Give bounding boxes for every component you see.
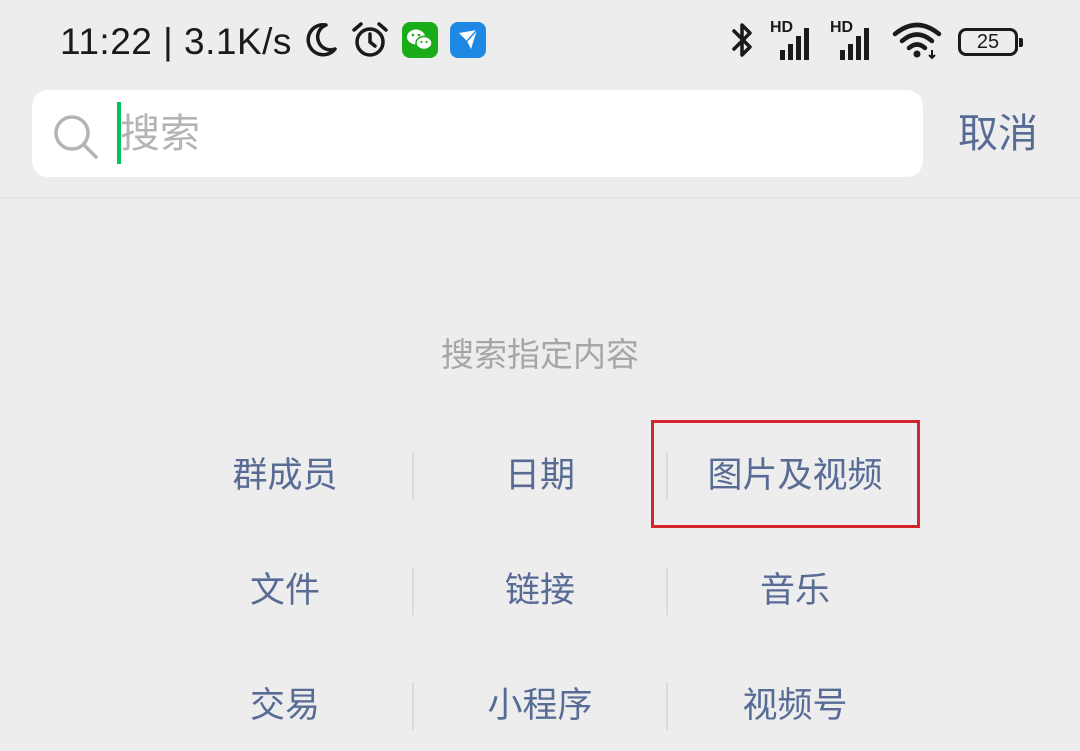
column-divider xyxy=(666,682,668,730)
category-files[interactable]: 文件 xyxy=(158,561,412,621)
status-right: HD HD 25 xyxy=(730,18,1023,66)
header-divider xyxy=(0,197,1080,199)
cancel-button[interactable]: 取消 xyxy=(958,106,1038,162)
column-divider xyxy=(412,452,414,500)
column-divider xyxy=(666,567,668,615)
column-divider xyxy=(412,682,414,730)
bluetooth-icon xyxy=(730,20,756,64)
category-mini-programs[interactable]: 小程序 xyxy=(413,676,667,736)
section-title: 搜索指定内容 xyxy=(441,335,639,374)
wechat-icon xyxy=(401,22,438,62)
status-left: 11:22 | 3.1K/s xyxy=(60,18,486,66)
category-links[interactable]: 链接 xyxy=(413,561,667,621)
search-input[interactable] xyxy=(120,98,900,170)
status-time-speed: 11:22 | 3.1K/s xyxy=(60,21,292,62)
feishu-icon xyxy=(449,22,486,62)
signal-icon: HD xyxy=(828,20,876,64)
category-transactions[interactable]: 交易 xyxy=(158,676,412,736)
battery-icon: 25 xyxy=(958,28,1023,56)
status-bar: 11:22 | 3.1K/s HD HD 25 xyxy=(0,0,1080,84)
highlight-box xyxy=(651,420,920,528)
alarm-icon xyxy=(350,20,390,64)
category-date[interactable]: 日期 xyxy=(413,446,667,506)
wifi-icon xyxy=(892,20,942,64)
column-divider xyxy=(412,567,414,615)
moon-icon xyxy=(304,22,338,62)
category-music[interactable]: 音乐 xyxy=(668,561,922,621)
category-channels[interactable]: 视频号 xyxy=(668,676,922,736)
signal-icon: HD xyxy=(768,20,816,64)
search-icon xyxy=(52,113,100,165)
battery-level: 25 xyxy=(976,31,1000,53)
category-group-members[interactable]: 群成员 xyxy=(158,446,412,506)
